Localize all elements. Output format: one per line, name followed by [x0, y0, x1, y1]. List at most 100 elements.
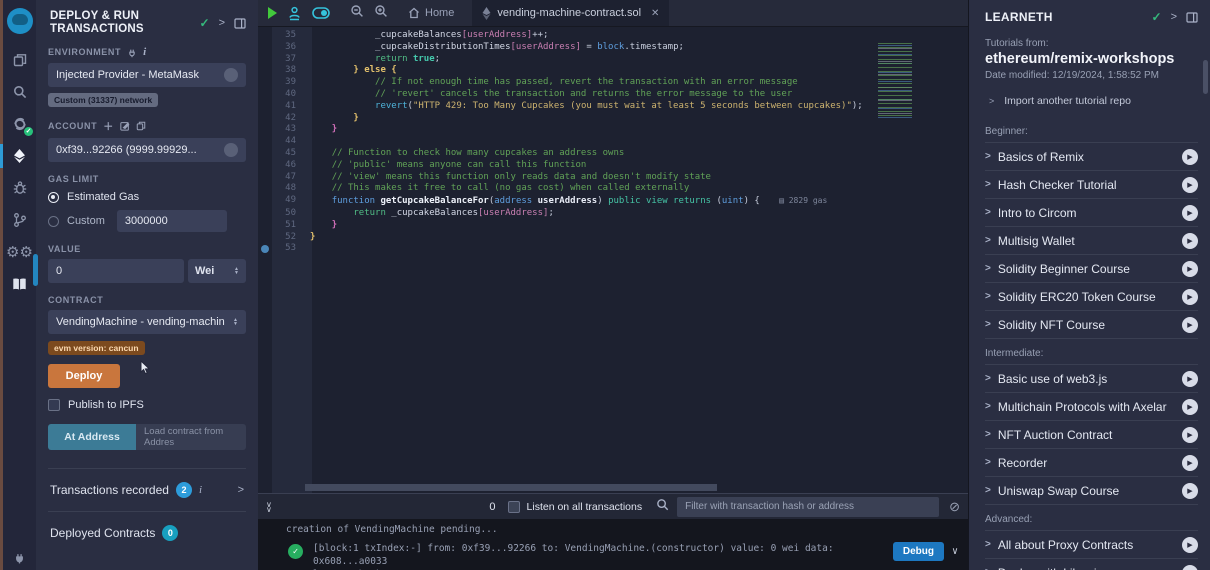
play-icon[interactable]: ▶: [1182, 399, 1198, 415]
plug-icon[interactable]: [127, 47, 137, 58]
radio-custom-gas[interactable]: [48, 216, 59, 227]
breakpoint-margin[interactable]: [258, 89, 272, 101]
remix-logo-icon[interactable]: [7, 8, 33, 34]
breakpoint-margin[interactable]: [258, 148, 272, 160]
search-icon[interactable]: [3, 76, 36, 108]
panel-chevron-right-icon[interactable]: >: [219, 17, 225, 29]
at-address-input[interactable]: Load contract from Addres: [136, 424, 246, 450]
line-number[interactable]: 41: [272, 101, 304, 113]
tutorial-item[interactable]: >Multichain Protocols with Axelar▶: [985, 393, 1198, 421]
breakpoint-margin[interactable]: [258, 208, 272, 220]
breakpoint-margin[interactable]: [258, 42, 272, 54]
tutorial-item[interactable]: >NFT Auction Contract▶: [985, 421, 1198, 449]
learneth-scrollbar[interactable]: [1203, 60, 1208, 94]
tutorial-item[interactable]: >Solidity NFT Course▶: [985, 311, 1198, 339]
zoom-in-icon[interactable]: [374, 4, 388, 23]
breakpoint-margin[interactable]: [258, 30, 272, 42]
deployed-contracts-row[interactable]: Deployed Contracts 0: [48, 511, 246, 554]
code-text[interactable]: }: [304, 124, 968, 136]
tutorial-item[interactable]: >Basics of Remix▶: [985, 143, 1198, 171]
tab-vending-machine-contract[interactable]: vending-machine-contract.sol ✕: [472, 0, 669, 26]
environment-info-icon[interactable]: i: [143, 46, 147, 58]
line-number[interactable]: 39: [272, 77, 304, 89]
play-icon[interactable]: ▶: [1182, 289, 1198, 305]
line-number[interactable]: 47: [272, 172, 304, 184]
gas-estimated-option[interactable]: Estimated Gas: [48, 191, 246, 203]
transactions-chevron-icon[interactable]: >: [238, 484, 244, 496]
code-text[interactable]: } else {: [304, 65, 968, 77]
breakpoint-margin[interactable]: [258, 101, 272, 113]
debug-button[interactable]: Debug: [893, 542, 944, 561]
breakpoint-margin[interactable]: [258, 54, 272, 66]
breakpoint-margin[interactable]: [258, 172, 272, 184]
line-number[interactable]: 48: [272, 183, 304, 195]
tutorial-item[interactable]: >Solidity Beginner Course▶: [985, 255, 1198, 283]
publish-ipfs-checkbox[interactable]: [48, 399, 60, 411]
value-input[interactable]: 0: [48, 259, 184, 283]
line-number[interactable]: 37: [272, 54, 304, 66]
code-text[interactable]: function getCupcakeBalanceFor(address us…: [304, 195, 968, 208]
minimap[interactable]: [878, 43, 912, 119]
breakpoint-margin[interactable]: [258, 113, 272, 125]
breakpoint-margin[interactable]: [258, 183, 272, 195]
play-icon[interactable]: ▶: [1182, 565, 1198, 570]
breakpoint-margin[interactable]: [258, 77, 272, 89]
source-control-branch-icon[interactable]: [3, 204, 36, 236]
listen-all-checkbox[interactable]: [508, 501, 520, 513]
breakpoint-margin[interactable]: [258, 160, 272, 172]
play-icon[interactable]: ▶: [1182, 261, 1198, 277]
panel-pin-icon[interactable]: [234, 18, 246, 29]
code-text[interactable]: // 'revert' cancels the transaction and …: [304, 89, 968, 101]
line-number[interactable]: 50: [272, 208, 304, 220]
tutorial-item[interactable]: >Multisig Wallet▶: [985, 227, 1198, 255]
line-number[interactable]: 49: [272, 195, 304, 208]
line-number[interactable]: 40: [272, 89, 304, 101]
code-text[interactable]: revert("HTTP 429: Too Many Cupcakes (you…: [304, 101, 968, 113]
publish-ipfs-row[interactable]: Publish to IPFS: [48, 399, 246, 411]
clear-console-icon[interactable]: ⊘: [949, 499, 960, 515]
plugin-gears-icon[interactable]: ⚙⚙: [3, 236, 36, 268]
environment-select[interactable]: Injected Provider - MetaMask: [48, 63, 246, 87]
gas-custom-option[interactable]: Custom 3000000: [48, 210, 246, 232]
transactions-info-icon[interactable]: i: [199, 484, 202, 496]
breakpoint-margin[interactable]: [258, 65, 272, 77]
code-text[interactable]: }: [304, 220, 968, 232]
code-text[interactable]: }: [304, 232, 968, 244]
learneth-pin-icon[interactable]: [1186, 12, 1198, 23]
tutorial-item[interactable]: >Basic use of web3.js▶: [985, 365, 1198, 393]
code-text[interactable]: [304, 136, 968, 148]
code-text[interactable]: _cupcakeBalances[userAddress]++;: [304, 30, 968, 42]
line-number[interactable]: 35: [272, 30, 304, 42]
play-icon[interactable]: ▶: [1182, 149, 1198, 165]
radio-estimated-gas[interactable]: [48, 192, 59, 203]
side-panel-scrollbar[interactable]: [33, 254, 38, 286]
debugger-icon[interactable]: [3, 172, 36, 204]
zoom-out-icon[interactable]: [350, 4, 364, 23]
line-number[interactable]: 52: [272, 232, 304, 244]
play-icon[interactable]: ▶: [1182, 483, 1198, 499]
breakpoint-margin[interactable]: [258, 124, 272, 136]
value-unit-select[interactable]: Wei ▲▼: [188, 259, 246, 283]
play-icon[interactable]: ▶: [1182, 317, 1198, 333]
line-number[interactable]: 43: [272, 124, 304, 136]
breakpoint-dot[interactable]: [261, 245, 269, 253]
play-icon[interactable]: ▶: [1182, 427, 1198, 443]
log-expand-chevron-icon[interactable]: ∨: [952, 546, 958, 557]
line-number[interactable]: 38: [272, 65, 304, 77]
terminal-filter-input[interactable]: Filter with transaction hash or address: [677, 497, 939, 517]
contract-select[interactable]: VendingMachine - vending-machin ▲▼: [48, 310, 246, 334]
tutorial-item[interactable]: >Uniswap Swap Course▶: [985, 477, 1198, 505]
line-number[interactable]: 44: [272, 136, 304, 148]
tutorial-item[interactable]: >Recorder▶: [985, 449, 1198, 477]
tutorial-item[interactable]: >All about Proxy Contracts▶: [985, 531, 1198, 559]
plugin-connector-icon[interactable]: [3, 544, 36, 570]
editor-horizontal-scrollbar[interactable]: [305, 484, 717, 491]
breakpoint-margin[interactable]: [258, 195, 272, 208]
tab-close-icon[interactable]: ✕: [651, 8, 659, 19]
code-text[interactable]: // 'public' means anyone can call this f…: [304, 160, 968, 172]
home-tab[interactable]: Home: [398, 0, 464, 26]
code-editor[interactable]: 35 _cupcakeBalances[userAddress]++;36 _c…: [258, 27, 968, 493]
play-icon[interactable]: ▶: [1182, 537, 1198, 553]
transactions-recorded-row[interactable]: Transactions recorded 2 i >: [48, 468, 246, 511]
transaction-log-row[interactable]: ✓ [block:1 txIndex:-] from: 0xf39...9226…: [258, 542, 968, 570]
